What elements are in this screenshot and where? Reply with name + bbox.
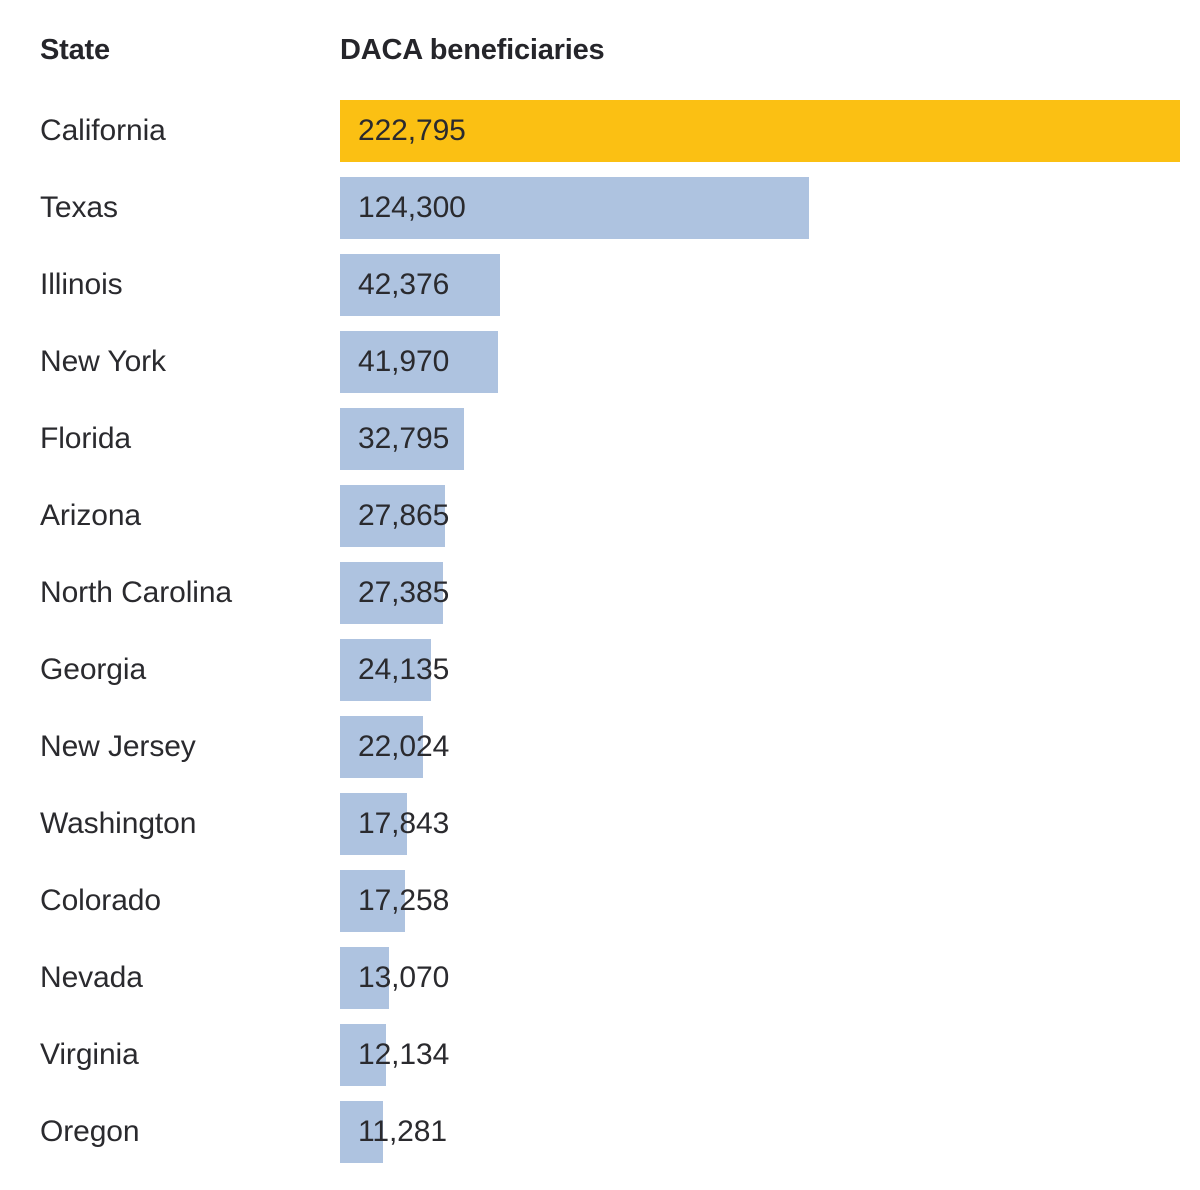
bar-area: 11,281 [340,1101,1200,1163]
table-row: North Carolina 27,385 [0,562,1200,639]
bar-value-label: 27,865 [358,499,450,532]
bar-area: 12,134 [340,1024,1200,1086]
bar-rows: California 222,795 Texas 124,300 Illinois 42,… [0,100,1200,1178]
daca-beneficiaries-bar-chart: State DACA beneficiaries California 222,7… [0,0,1200,1190]
bar-highlighted [340,100,1180,162]
state-label: Arizona [40,499,142,532]
state-label: Texas [40,191,118,224]
state-label: Georgia [40,653,147,686]
bar-area: 27,385 [340,562,1200,624]
bar-value-label: 124,300 [358,191,466,224]
table-row: Oregon 11,281 [0,1101,1200,1178]
bar-value-label: 13,070 [358,961,450,994]
bar-area: 222,795 [340,100,1200,162]
bar-area: 42,376 [340,254,1200,316]
bar-area: 41,970 [340,331,1200,393]
bar-area: 22,024 [340,716,1200,778]
table-row: California 222,795 [0,100,1200,177]
bar-area: 32,795 [340,408,1200,470]
bar-value-label: 27,385 [358,576,450,609]
bar-value-label: 12,134 [358,1038,450,1071]
state-label: Illinois [40,268,123,301]
state-label: Florida [40,422,131,455]
bar-area: 24,135 [340,639,1200,701]
table-row: Texas 124,300 [0,177,1200,254]
column-header-state: State [40,34,110,66]
bar-value-label: 41,970 [358,345,450,378]
bar-area: 27,865 [340,485,1200,547]
state-label: North Carolina [40,576,233,609]
table-row: New Jersey 22,024 [0,716,1200,793]
state-label: Colorado [40,884,161,917]
table-row: New York 41,970 [0,331,1200,408]
bar-value-label: 42,376 [358,268,450,301]
bar-value-label: 32,795 [358,422,450,455]
table-row: Florida 32,795 [0,408,1200,485]
state-label: Nevada [40,961,143,994]
bar-value-label: 17,843 [358,807,450,840]
state-label: Oregon [40,1115,140,1148]
bar-value-label: 11,281 [358,1115,447,1148]
state-label: Virginia [40,1038,139,1071]
table-row: Colorado 17,258 [0,870,1200,947]
bar-value-label: 22,024 [358,730,450,763]
bar-value-label: 24,135 [358,653,450,686]
table-row: Illinois 42,376 [0,254,1200,331]
bar-area: 124,300 [340,177,1200,239]
table-row: Virginia 12,134 [0,1024,1200,1101]
table-row: Georgia 24,135 [0,639,1200,716]
bar-area: 13,070 [340,947,1200,1009]
state-label: New Jersey [40,730,196,763]
table-row: Nevada 13,070 [0,947,1200,1024]
bar-value-label: 222,795 [358,114,466,147]
table-row: Washington 17,843 [0,793,1200,870]
state-label: California [40,114,166,147]
bar-area: 17,843 [340,793,1200,855]
table-header-row: State DACA beneficiaries [0,34,1200,80]
state-label: New York [40,345,166,378]
state-label: Washington [40,807,197,840]
column-header-daca-beneficiaries: DACA beneficiaries [340,34,605,66]
bar-area: 17,258 [340,870,1200,932]
table-row: Arizona 27,865 [0,485,1200,562]
bar-value-label: 17,258 [358,884,450,917]
